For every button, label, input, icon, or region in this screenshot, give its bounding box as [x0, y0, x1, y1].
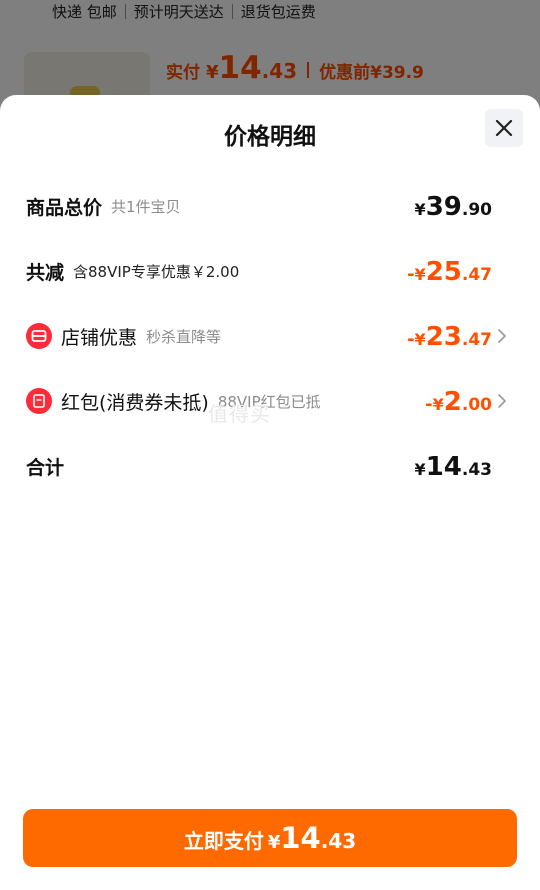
reduction-note: 含88VIP专享优惠￥2.00: [73, 262, 240, 281]
row-total-reduction: 共减 含88VIP专享优惠￥2.00 - ¥ 25 .47: [0, 251, 540, 291]
total-price-label: 商品总价: [26, 196, 103, 219]
price-detail-sheet: 价格明细 商品总价 共1件宝贝 ¥ 39 .90 共减 含88VIP专享优惠￥2…: [0, 95, 540, 890]
amount-dec: .00: [461, 395, 492, 415]
pay-button-label: 立即支付: [183, 829, 264, 853]
watermark-text: 值得买: [208, 402, 271, 426]
red-packet-label: 红包(消费券未抵): [61, 391, 209, 414]
close-button[interactable]: [485, 109, 523, 147]
pay-button-yen: ¥: [267, 832, 281, 853]
store-discount-note: 秒杀直降等: [146, 327, 222, 346]
amount-int: 2: [443, 387, 462, 417]
amount-dec: .90: [461, 200, 492, 220]
sum-label: 合计: [26, 456, 65, 479]
amount-int: 25: [425, 257, 462, 287]
red-packet-icon: [26, 388, 52, 414]
amount-dec: .43: [461, 460, 492, 480]
total-count-note: 共1件宝贝: [111, 197, 181, 216]
pay-button-dec: .43: [320, 829, 357, 853]
amount-dec: .47: [461, 330, 492, 350]
sum-amount: ¥ 14 .43: [415, 446, 492, 486]
screen: 快递 包邮 预计明天送达 退货包运费 实付 ¥ 14 .43 优惠前 ¥39.9…: [0, 0, 540, 890]
pay-now-button[interactable]: 立即支付 ¥ 14 .43: [23, 809, 517, 867]
store-discount-label: 店铺优惠: [61, 326, 138, 349]
row-total-price: 商品总价 共1件宝贝 ¥ 39 .90: [0, 186, 540, 226]
chevron-right-icon: [498, 394, 506, 408]
red-packet-amount: - ¥ 2 .00: [425, 381, 492, 421]
close-icon: [495, 119, 513, 137]
amount-yen: ¥: [432, 395, 444, 414]
sheet-title: 价格明细: [224, 124, 316, 150]
pay-button-int: 14: [280, 821, 321, 855]
amount-yen: ¥: [414, 460, 426, 479]
amount-yen: ¥: [414, 200, 426, 219]
store-coupon-icon: [26, 323, 52, 349]
amount-sign: -: [407, 329, 415, 350]
amount-int: 39: [425, 192, 462, 222]
amount-int: 23: [425, 322, 462, 352]
row-store-discount[interactable]: 店铺优惠 秒杀直降等 - ¥ 23 .47: [0, 316, 540, 356]
chevron-right-icon: [498, 329, 506, 343]
reduction-label: 共减: [26, 261, 65, 284]
total-price-amount: ¥ 39 .90: [415, 186, 492, 226]
amount-sign: -: [425, 394, 433, 415]
row-sum: 合计 ¥ 14 .43: [0, 446, 540, 486]
amount-sign: -: [407, 264, 415, 285]
amount-dec: .47: [461, 265, 492, 285]
amount-int: 14: [425, 452, 462, 482]
store-discount-amount: - ¥ 23 .47: [407, 316, 492, 356]
reduction-amount: - ¥ 25 .47: [407, 251, 492, 291]
amount-yen: ¥: [414, 330, 426, 349]
amount-yen: ¥: [414, 265, 426, 284]
